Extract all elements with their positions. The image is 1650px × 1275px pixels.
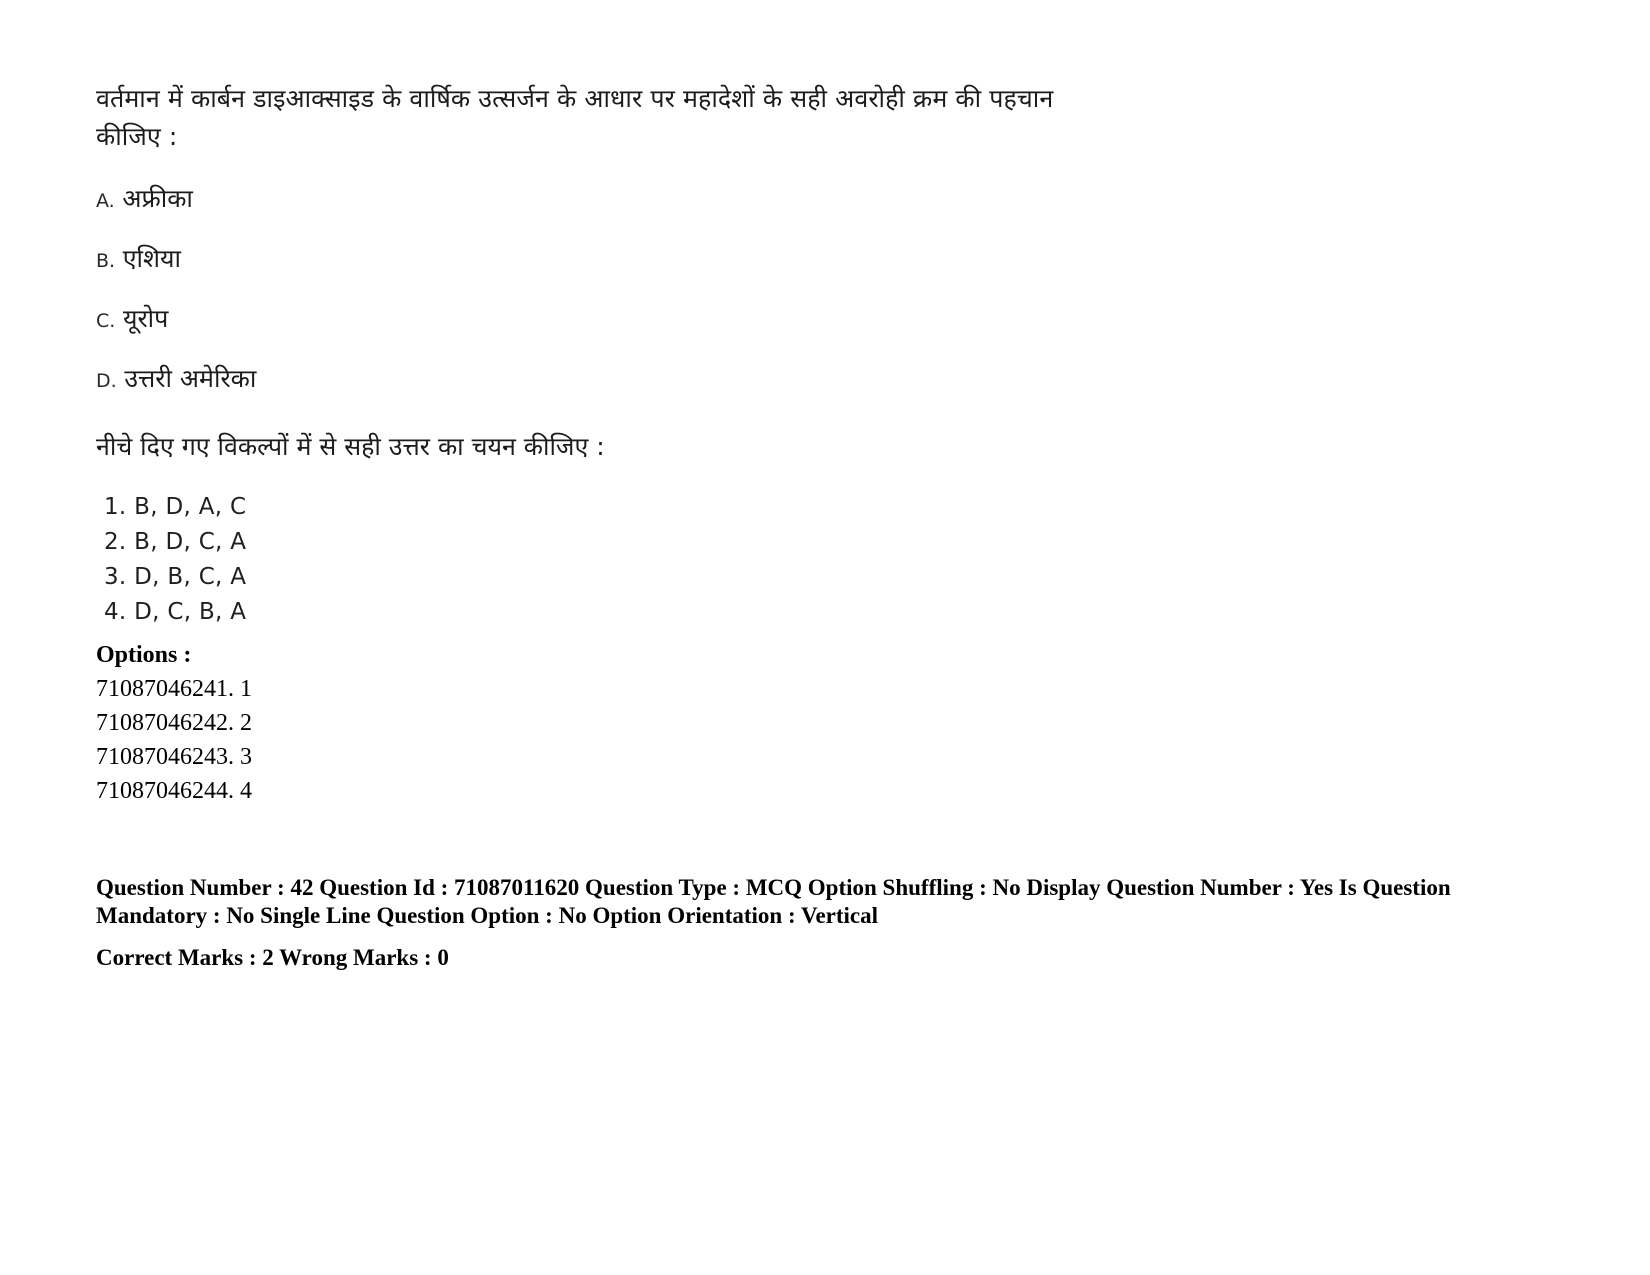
metadata-line-3: Correct Marks : 2 Wrong Marks : 0 <box>96 945 449 970</box>
statement-letter-c: C. <box>96 310 116 332</box>
statement-letter-a: A. <box>96 190 115 212</box>
question-content: वर्तमान में कार्बन डाइआक्साइड के वार्षिक… <box>96 80 1526 972</box>
statement-item-d: D. उत्तरी अमेरिका <box>96 364 1526 396</box>
question-page: वर्तमान में कार्बन डाइआक्साइड के वार्षिक… <box>0 0 1650 1275</box>
metadata-line-1: Question Number : 42 Question Id : 71087… <box>96 874 1496 930</box>
options-heading: Options : <box>96 642 192 668</box>
statement-text-c: यूरोप <box>122 304 169 333</box>
question-stem: वर्तमान में कार्बन डाइआक्साइड के वार्षिक… <box>96 80 1106 156</box>
option-id-row-4: 71087046244. 4 <box>96 778 252 804</box>
answer-choice-1[interactable]: 1. B, D, A, C <box>96 490 1526 525</box>
question-metadata: Question Number : 42 Question Id : 71087… <box>96 874 1496 972</box>
statement-item-b: B. एशिया <box>96 244 1526 276</box>
statement-item-a: A. अफ्रीका <box>96 184 1526 216</box>
question-stem-line-1: वर्तमान में कार्बन डाइआक्साइड के वार्षिक… <box>96 84 1054 113</box>
answer-instruction: नीचे दिए गए विकल्पों में से सही उत्तर का… <box>96 432 605 461</box>
answer-choice-2[interactable]: 2. B, D, C, A <box>96 525 1526 560</box>
answer-choice-list: 1. B, D, A, C 2. B, D, C, A 3. D, B, C, … <box>96 490 1526 630</box>
option-id-row-1: 71087046241. 1 <box>96 676 252 702</box>
option-id-row-3: 71087046243. 3 <box>96 744 252 770</box>
statement-item-c: C. यूरोप <box>96 304 1526 336</box>
option-id-row-2: 71087046242. 2 <box>96 710 252 736</box>
statement-letter-b: B. <box>96 250 116 272</box>
question-stem-line-2: कीजिए : <box>96 122 178 151</box>
answer-choice-4[interactable]: 4. D, C, B, A <box>96 595 1526 630</box>
statement-list: A. अफ्रीका B. एशिया C. यूरोप D. उत्तरी अ… <box>96 184 1526 396</box>
statement-text-b: एशिया <box>122 244 181 273</box>
statement-text-a: अफ्रीका <box>122 184 193 213</box>
answer-choice-3[interactable]: 3. D, B, C, A <box>96 560 1526 595</box>
metadata-line-1-text: Question Number : 42 Question Id : 71087… <box>96 875 1357 900</box>
options-block: Options : 71087046241. 1 71087046242. 2 … <box>96 638 1526 808</box>
statement-text-d: उत्तरी अमेरिका <box>124 364 257 393</box>
statement-letter-d: D. <box>96 370 117 392</box>
